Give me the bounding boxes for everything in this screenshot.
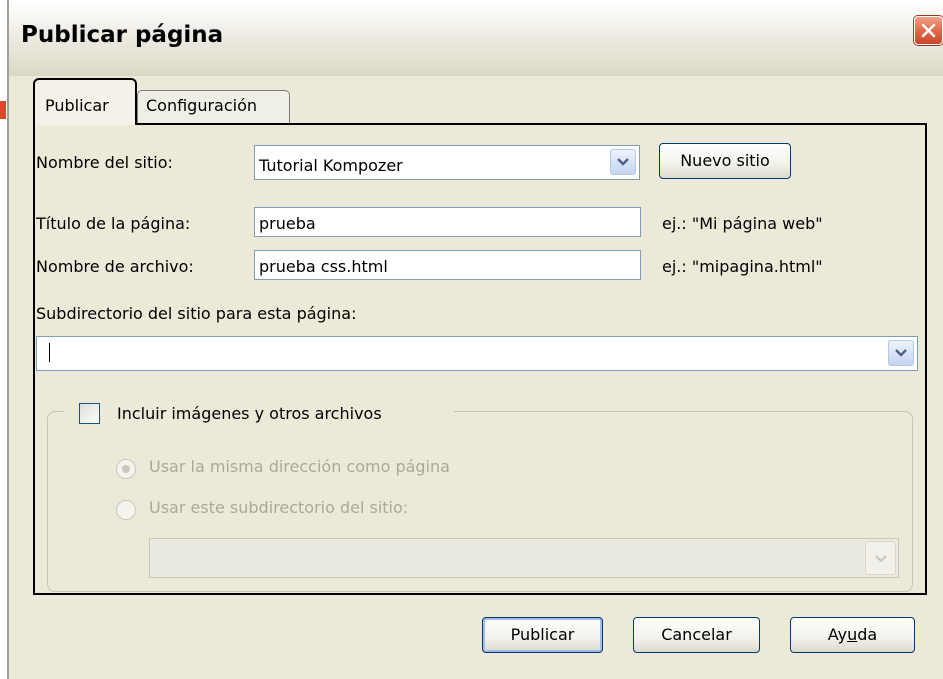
close-button[interactable]	[914, 16, 943, 45]
page-title-hint: ej.: "Mi página web"	[662, 214, 823, 233]
text-caret	[49, 343, 50, 362]
radio-same-directory[interactable]	[116, 459, 136, 479]
cancel-button[interactable]: Cancelar	[633, 617, 760, 653]
image-subdir-dropdown-button[interactable]	[865, 541, 896, 575]
filename-label: Nombre de archivo:	[36, 257, 194, 276]
filename-hint: ej.: "mipagina.html"	[662, 257, 823, 276]
background-window-edge	[0, 0, 9, 679]
dialog-title: Publicar página	[21, 22, 224, 48]
help-label-start: Ay	[827, 625, 848, 644]
tab-publicar[interactable]: Publicar	[33, 78, 137, 125]
help-button[interactable]: Ayuda	[790, 617, 915, 653]
site-name-value: Tutorial Kompozer	[259, 156, 403, 175]
radio-same-directory-label: Usar la misma dirección como página	[149, 457, 450, 476]
tab-configuracion[interactable]: Configuración	[137, 90, 290, 123]
radio-selected-dot	[122, 465, 130, 473]
filename-input[interactable]: prueba css.html	[254, 250, 641, 280]
site-name-label: Nombre del sitio:	[36, 153, 173, 172]
include-files-label: Incluir imágenes y otros archivos	[117, 404, 382, 423]
radio-site-subdirectory[interactable]	[116, 500, 136, 520]
chevron-down-icon	[895, 349, 907, 357]
page-title-label: Título de la página:	[36, 214, 191, 233]
publish-button[interactable]: Publicar	[482, 617, 603, 653]
radio-site-subdirectory-label: Usar este subdirectorio del sitio:	[149, 498, 409, 517]
site-name-select[interactable]: Tutorial Kompozer	[254, 145, 640, 180]
subdir-label: Subdirectorio del sitio para esta página…	[36, 304, 357, 323]
subdir-combo-input[interactable]	[36, 336, 918, 371]
new-site-button[interactable]: Nuevo sitio	[659, 143, 791, 179]
close-icon	[921, 23, 936, 38]
help-accesskey: u	[847, 625, 858, 644]
chevron-down-icon	[875, 555, 887, 563]
help-label-end: da	[857, 625, 878, 644]
site-name-dropdown-button[interactable]	[610, 149, 636, 175]
title-bar: Publicar página	[9, 0, 943, 76]
background-marker	[0, 101, 6, 119]
chevron-down-icon	[617, 158, 629, 166]
image-subdir-select[interactable]	[149, 538, 899, 578]
include-files-checkbox[interactable]	[79, 403, 100, 424]
page-title-input[interactable]: prueba	[254, 207, 641, 237]
publish-dialog: Publicar página Publicar Configuración N…	[9, 0, 943, 679]
subdir-dropdown-button[interactable]	[888, 340, 914, 366]
